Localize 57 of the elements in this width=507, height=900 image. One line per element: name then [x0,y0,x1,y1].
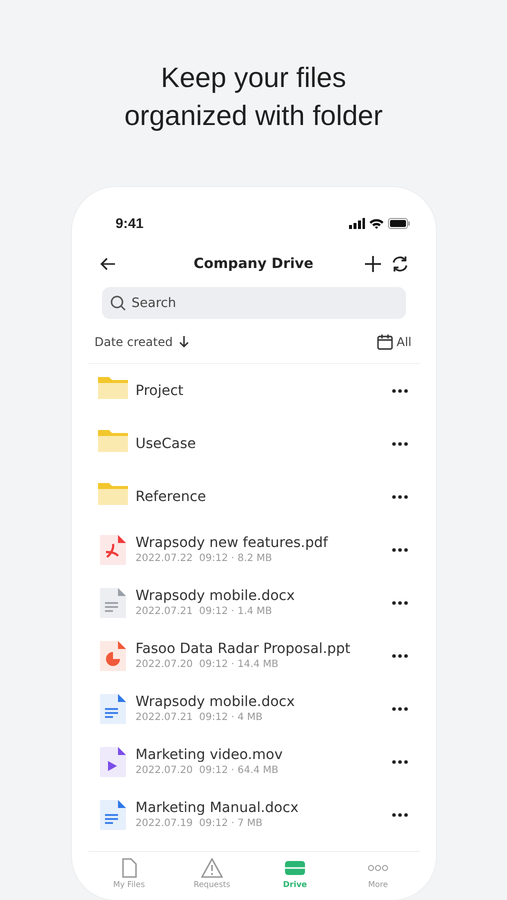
more-button[interactable] [392,388,408,392]
presentation-file-icon [98,640,128,672]
add-button[interactable] [364,255,382,273]
refresh-button[interactable] [390,255,410,273]
search-field[interactable]: Search [102,287,406,319]
file-meta: 2022.07.21 09:12 · 4 MB [136,712,264,723]
file-name: Marketing video.mov [136,747,284,763]
document-icon [98,586,128,618]
file-row[interactable]: Fasoo Data Radar Proposal.ppt 2022.07.20 09:12 · 14.4 MB [88,629,420,682]
header-title: Company Drive [192,256,314,272]
document-icon [98,798,128,830]
headline-text: organized with folder [124,99,383,133]
arrow-down-icon [178,336,189,348]
file-row[interactable]: Marketing Manual.docx 2022.07.19 09:12 · 7 MB [88,788,420,841]
more-button[interactable] [392,494,408,498]
file-meta: 2022.07.20 09:12 · 14.4 MB [136,659,280,670]
file-name: UseCase [136,436,197,452]
file-meta: 2022.07.20 09:12 · 64.4 MB [136,765,280,776]
more-button[interactable] [392,442,408,446]
file-row[interactable]: Wrapsody mobile.docx 2022.07.21 09:12 · 1.4 MB [88,576,420,629]
file-name: Reference [136,488,207,504]
file-name: Fasoo Data Radar Proposal.ppt [136,641,352,657]
file-row[interactable]: Marketing video.mov 2022.07.20 09:12 · 64.4 MB [88,735,420,788]
battery-icon [388,218,410,228]
more-button[interactable] [392,760,408,764]
file-name: Project [136,382,184,398]
more-button[interactable] [392,600,408,604]
drive-icon [284,858,306,878]
file-row[interactable]: Wrapsody new features.pdf 2022.07.22 09:12 · 8.2 MB [88,523,420,576]
filter-button[interactable]: All [376,334,412,350]
more-button[interactable] [392,654,408,658]
file-name: Wrapsody mobile.docx [136,694,296,710]
back-button[interactable] [100,257,116,271]
document-icon [98,692,128,724]
file-row[interactable]: Wrapsody mobile.docx 2022.07.21 09:12 · 4 MB [88,682,420,735]
more-button[interactable] [392,812,408,816]
pdf-file-icon [98,534,128,566]
file-meta: 2022.07.19 09:12 · 7 MB [136,818,264,829]
calendar-icon [376,334,393,350]
file-name: Wrapsody new features.pdf [136,535,329,551]
warning-icon [201,858,223,878]
wifi-icon [368,218,384,228]
file-meta: 2022.07.21 09:12 · 1.4 MB [136,606,274,617]
status-time: 9:41 [116,215,144,231]
file-name: Marketing Manual.docx [136,800,300,816]
sort-button[interactable]: Date created [94,335,189,349]
more-button[interactable] [392,706,408,710]
more-button[interactable] [392,548,408,552]
file-row[interactable]: Reference [88,470,420,523]
search-icon [110,295,126,311]
video-file-icon [98,746,128,778]
file-meta: 2022.07.22 09:12 · 8.2 MB [136,553,274,564]
signal-icon [348,218,364,228]
headline-text: Keep your files [160,61,346,95]
file-row[interactable]: UseCase [88,417,420,470]
file-name: Wrapsody mobile.docx [136,588,296,604]
file-row[interactable]: Project [88,364,420,417]
